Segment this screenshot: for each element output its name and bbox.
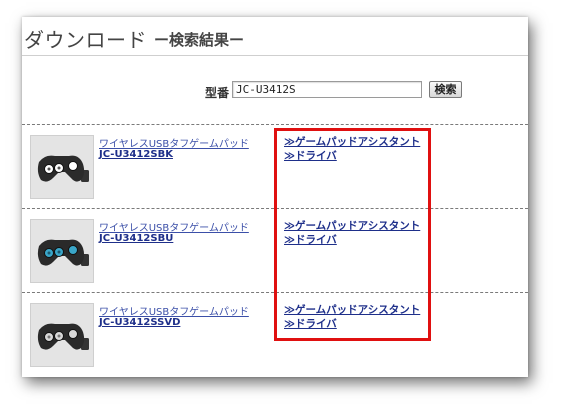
product-name-link[interactable]: ワイヤレスUSBタフゲームパッド (99, 303, 249, 318)
product-code-link[interactable]: JC-U3412SSVD (99, 317, 180, 328)
gamepad-icon (37, 155, 89, 182)
model-number-label: 型番 (205, 86, 230, 100)
product-name-link[interactable]: ワイヤレスUSBタフゲームパッド (99, 219, 249, 234)
product-image[interactable] (30, 135, 94, 199)
download-page: ダウンロード ー検索結果ー 型番 検索 ワイヤレスUSBタフゲームパッド JC-… (22, 17, 528, 377)
gamepad-icon (37, 239, 89, 266)
product-code-link[interactable]: JC-U3412SBU (99, 233, 173, 244)
product-code-link[interactable]: JC-U3412SBK (99, 149, 173, 160)
page-subtitle: ー検索結果ー (154, 31, 245, 49)
search-button[interactable]: 検索 (429, 81, 462, 98)
page-header: ダウンロード ー検索結果ー (22, 17, 528, 56)
model-number-input[interactable] (232, 81, 422, 98)
product-name-link[interactable]: ワイヤレスUSBタフゲームパッド (99, 135, 249, 150)
product-image[interactable] (30, 303, 94, 367)
highlight-box (274, 128, 431, 341)
page-title: ダウンロード (24, 28, 147, 52)
gamepad-icon (37, 323, 89, 350)
product-image[interactable] (30, 219, 94, 283)
